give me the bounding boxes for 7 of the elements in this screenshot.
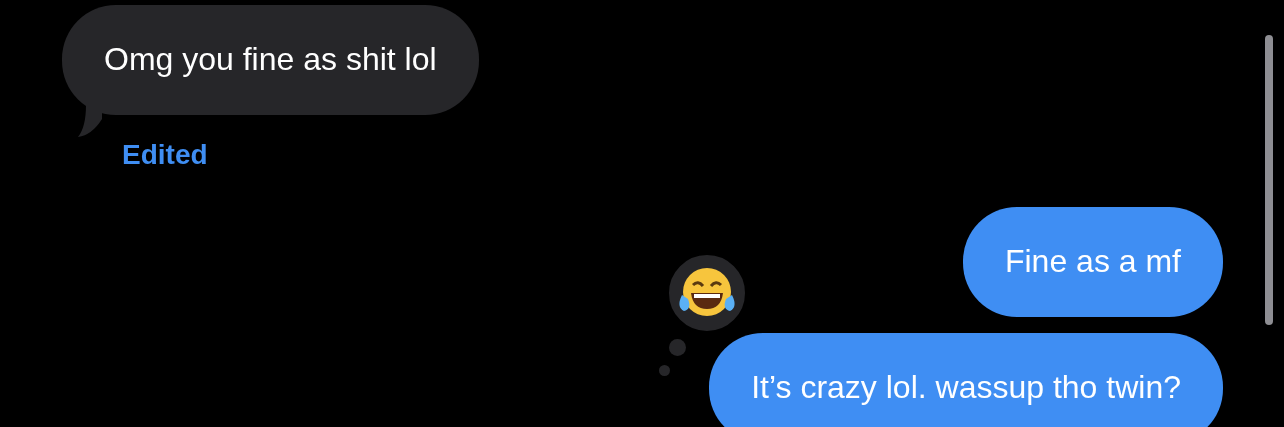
scroll-bar[interactable]: [1265, 35, 1273, 325]
incoming-message-bubble[interactable]: Omg you fine as shit lol: [62, 5, 479, 115]
edited-label: Edited: [122, 139, 208, 171]
bubble-tail-icon: [78, 105, 104, 137]
outgoing-message-bubble[interactable]: Fine as a mf: [962, 207, 1223, 317]
reaction-dot: [659, 365, 671, 376]
reaction-dot: [669, 339, 687, 356]
